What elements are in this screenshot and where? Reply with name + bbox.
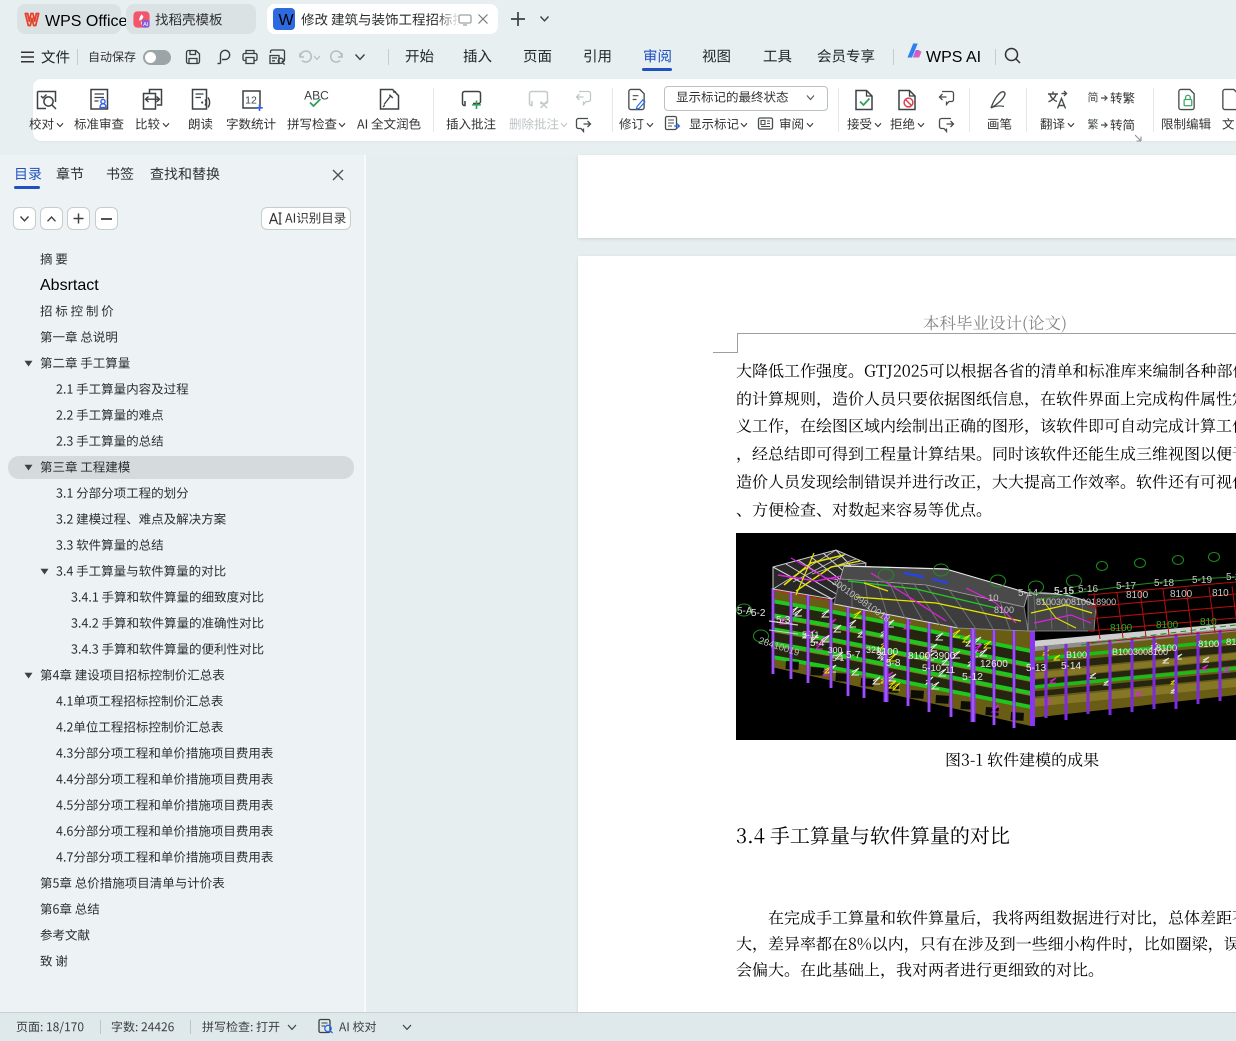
svg-text:5-8: 5-8 bbox=[886, 658, 901, 669]
svg-text:810: 810 bbox=[1212, 588, 1229, 599]
svg-text:8100: 8100 bbox=[994, 605, 1014, 615]
svg-text:8100: 8100 bbox=[1110, 623, 1133, 634]
svg-text:5-18: 5-18 bbox=[1154, 578, 1174, 589]
svg-text:5-13: 5-13 bbox=[1026, 663, 1046, 674]
svg-text:5-4: 5-4 bbox=[810, 638, 825, 649]
svg-text:B100: B100 bbox=[1066, 650, 1087, 660]
svg-text:5-2: 5-2 bbox=[751, 608, 766, 619]
svg-text:810: 810 bbox=[1200, 617, 1217, 628]
svg-text:8100 3900: 8100 3900 bbox=[908, 651, 956, 662]
svg-text:ABC: ABC bbox=[304, 89, 329, 103]
svg-text:5-12: 5-12 bbox=[962, 671, 983, 683]
svg-text:10: 10 bbox=[988, 593, 999, 604]
svg-text:AI: AI bbox=[143, 22, 149, 28]
svg-text:8100300810018900: 8100300810018900 bbox=[1036, 597, 1116, 607]
svg-text:8100: 8100 bbox=[1156, 643, 1177, 654]
svg-text:5-15: 5-15 bbox=[1054, 586, 1074, 597]
svg-text:5-16: 5-16 bbox=[1078, 584, 1098, 595]
svg-text:5-14: 5-14 bbox=[1061, 661, 1081, 672]
svg-text:5-7: 5-7 bbox=[846, 650, 861, 661]
svg-text:81: 81 bbox=[1226, 637, 1236, 648]
svg-text:-11: -11 bbox=[942, 665, 955, 676]
svg-text:5-1: 5-1 bbox=[832, 653, 845, 663]
svg-text:8100: 8100 bbox=[1170, 589, 1193, 600]
svg-text:8100: 8100 bbox=[876, 647, 899, 658]
svg-text:12: 12 bbox=[245, 95, 257, 107]
svg-text:5-20: 5-20 bbox=[1226, 572, 1236, 583]
svg-text:8100: 8100 bbox=[1156, 620, 1179, 631]
svg-text:繁: 繁 bbox=[1088, 117, 1099, 131]
svg-text:简: 简 bbox=[1088, 90, 1099, 104]
svg-text:8100: 8100 bbox=[1198, 639, 1219, 650]
svg-text:5-10: 5-10 bbox=[922, 663, 941, 674]
svg-text:5-19: 5-19 bbox=[1192, 575, 1212, 586]
svg-text:12600: 12600 bbox=[980, 659, 1008, 670]
svg-text:5-3: 5-3 bbox=[776, 615, 791, 626]
svg-text:8100: 8100 bbox=[1126, 590, 1149, 601]
